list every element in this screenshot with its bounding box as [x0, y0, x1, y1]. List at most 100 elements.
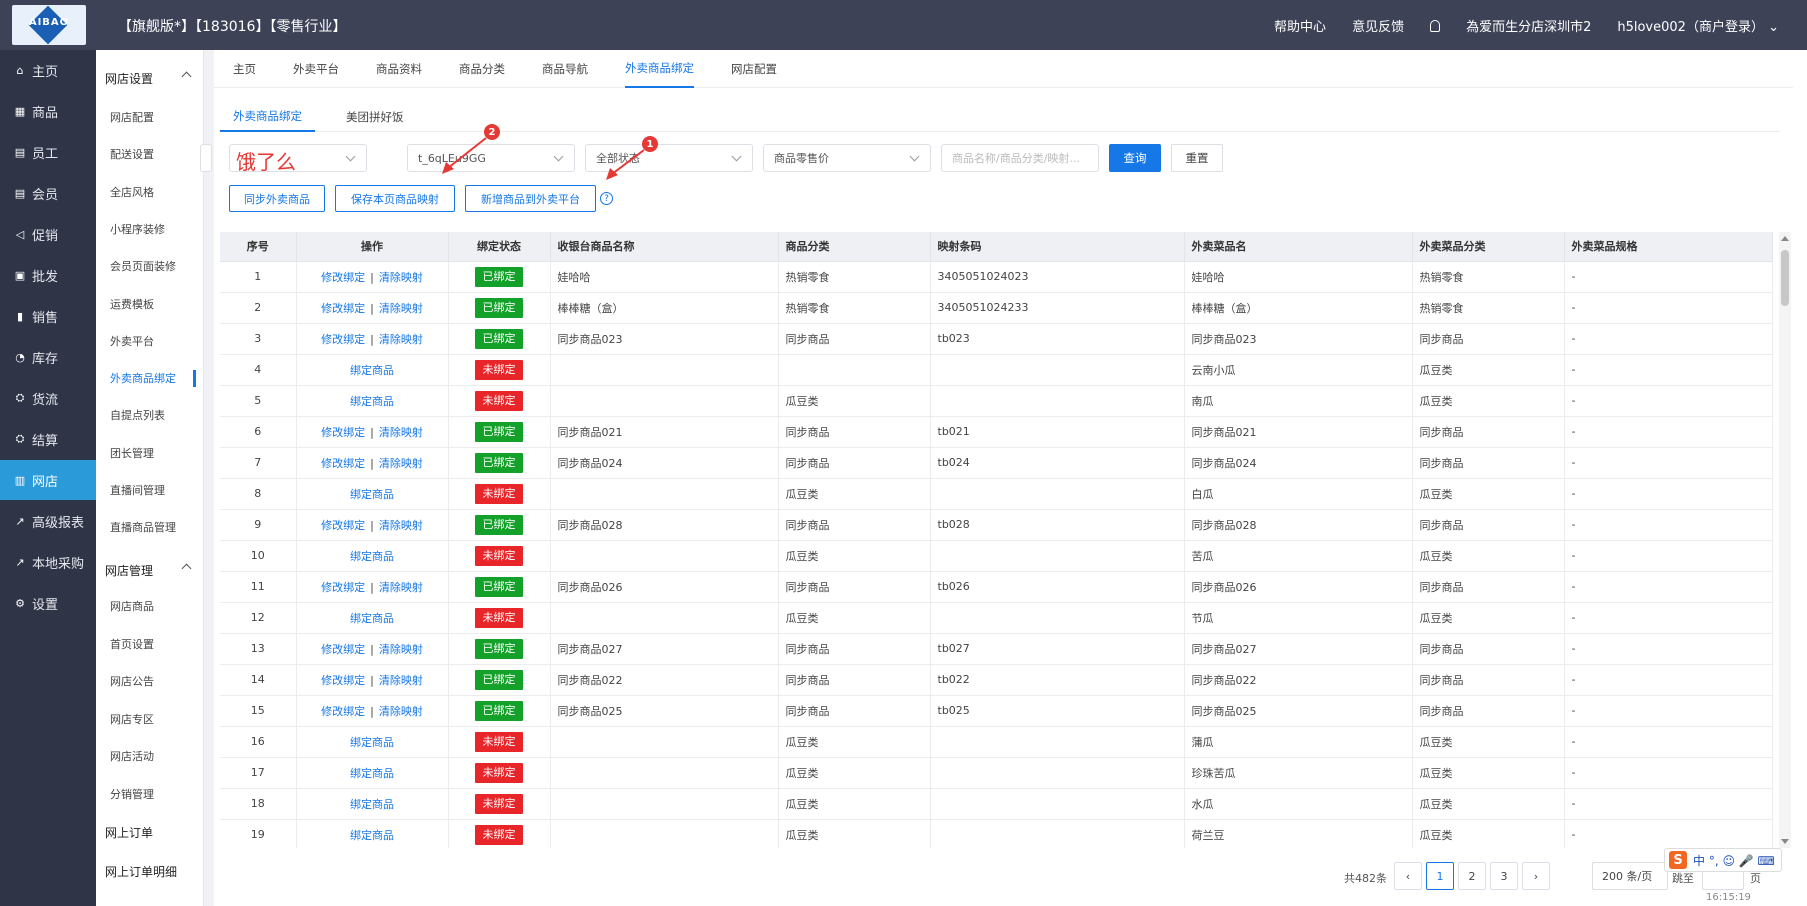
edit-binding-link[interactable]: 修改绑定 [321, 426, 365, 439]
subnav-item[interactable]: 外卖平台 [96, 325, 204, 357]
bind-product-link[interactable]: 绑定商品 [350, 829, 394, 842]
sidebar-item-11[interactable]: ↗ 高级报表 [0, 501, 96, 541]
clear-mapping-link[interactable]: 清除映射 [379, 457, 423, 470]
scroll-up-icon[interactable] [1781, 236, 1789, 241]
subnav-item[interactable]: 会员页面装修 [96, 250, 204, 282]
price-select[interactable]: 商品零售价 [763, 144, 931, 172]
subnav-item[interactable]: 首页设置 [96, 628, 204, 660]
subnav-item[interactable]: 直播间管理 [96, 474, 204, 506]
subnav-item-orders[interactable]: 网上订单明细 [96, 855, 204, 887]
bind-product-link[interactable]: 绑定商品 [350, 550, 394, 563]
table-scrollbar[interactable] [1779, 232, 1791, 848]
page-button-1[interactable]: 1 [1426, 862, 1454, 890]
brand-logo[interactable]: AIBAO [12, 5, 86, 45]
clear-mapping-link[interactable]: 清除映射 [379, 705, 423, 718]
subnav-item[interactable]: 自提点列表 [96, 399, 204, 431]
bind-product-link[interactable]: 绑定商品 [350, 736, 394, 749]
edit-binding-link[interactable]: 修改绑定 [321, 302, 365, 315]
sync-products-button[interactable]: 同步外卖商品 [229, 185, 325, 212]
store-name[interactable]: 為爱而生分店深圳市2 [1466, 16, 1591, 35]
sidebar-item-4[interactable]: ◁ 促销 [0, 214, 96, 254]
page-button-2[interactable]: 2 [1458, 862, 1486, 890]
group-title-store-management[interactable]: 网店管理 [96, 552, 204, 588]
ime-toolbar[interactable]: S 中 °, ☺ 🎤 ⌨ [1664, 848, 1782, 872]
edit-binding-link[interactable]: 修改绑定 [321, 643, 365, 656]
tab-6[interactable]: 网店配置 [731, 50, 777, 88]
tab-0[interactable]: 主页 [233, 50, 256, 88]
edit-binding-link[interactable]: 修改绑定 [321, 333, 365, 346]
clear-mapping-link[interactable]: 清除映射 [379, 333, 423, 346]
scroll-thumb[interactable] [1781, 250, 1789, 306]
subnav-item[interactable]: 网店公告 [96, 665, 204, 697]
subnav-item[interactable]: 全店风格 [96, 176, 204, 208]
search-input[interactable]: 商品名称/商品分类/映射... [941, 144, 1099, 172]
tab-3[interactable]: 商品分类 [459, 50, 505, 88]
subnav-item[interactable]: 团长管理 [96, 437, 204, 469]
subnav-item[interactable]: 网店商品 [96, 590, 204, 622]
page-button-3[interactable]: 3 [1490, 862, 1518, 890]
bind-product-link[interactable]: 绑定商品 [350, 612, 394, 625]
edit-binding-link[interactable]: 修改绑定 [321, 581, 365, 594]
edit-binding-link[interactable]: 修改绑定 [321, 674, 365, 687]
query-button[interactable]: 查询 [1109, 144, 1161, 172]
reset-button[interactable]: 重置 [1171, 144, 1223, 172]
subnav-item[interactable]: 网店活动 [96, 740, 204, 772]
sidebar-item-12[interactable]: ↗ 本地采购 [0, 542, 96, 582]
edit-binding-link[interactable]: 修改绑定 [321, 519, 365, 532]
page-size-select[interactable]: 200 条/页 [1592, 862, 1668, 890]
clear-mapping-link[interactable]: 清除映射 [379, 426, 423, 439]
tab-4[interactable]: 商品导航 [542, 50, 588, 88]
bind-product-link[interactable]: 绑定商品 [350, 395, 394, 408]
clear-mapping-link[interactable]: 清除映射 [379, 674, 423, 687]
sidebar-item-8[interactable]: ⛭ 货流 [0, 378, 96, 418]
status-select[interactable]: 全部状态 [585, 144, 753, 172]
help-circle-icon[interactable]: ? [600, 192, 613, 205]
tab-1[interactable]: 外卖平台 [293, 50, 339, 88]
bind-product-link[interactable]: 绑定商品 [350, 798, 394, 811]
sidebar-item-9[interactable]: ⛭ 结算 [0, 419, 96, 459]
sidebar-item-3[interactable]: ▤ 会员 [0, 173, 96, 213]
bind-product-link[interactable]: 绑定商品 [350, 767, 394, 780]
sidebar-item-13[interactable]: ⚙ 设置 [0, 583, 96, 623]
subnav-item-orders[interactable]: 网上订单 [96, 816, 204, 848]
subnav-item[interactable]: 运费模板 [96, 288, 204, 320]
sidebar-item-0[interactable]: ⌂ 主页 [0, 50, 96, 90]
edit-binding-link[interactable]: 修改绑定 [321, 271, 365, 284]
clear-mapping-link[interactable]: 清除映射 [379, 581, 423, 594]
clear-mapping-link[interactable]: 清除映射 [379, 519, 423, 532]
clear-mapping-link[interactable]: 清除映射 [379, 271, 423, 284]
clear-mapping-link[interactable]: 清除映射 [379, 302, 423, 315]
subnav-item[interactable]: 直播商品管理 [96, 511, 204, 543]
sidebar-item-7[interactable]: ◔ 库存 [0, 337, 96, 377]
scroll-down-icon[interactable] [1781, 839, 1789, 844]
subnav-item[interactable]: 网店专区 [96, 703, 204, 735]
subtab-0[interactable]: 外卖商品绑定 [220, 102, 315, 132]
subtab-1[interactable]: 美团拼好饭 [333, 102, 417, 132]
help-center-link[interactable]: 帮助中心 [1274, 16, 1326, 35]
subnav-item[interactable]: 配送设置 [96, 138, 204, 170]
subnav-item[interactable]: 网店配置 [96, 101, 204, 133]
save-mapping-button[interactable]: 保存本页商品映射 [335, 185, 455, 212]
add-to-platform-button[interactable]: 新增商品到外卖平台 [465, 185, 596, 212]
bell-icon[interactable] [1430, 19, 1441, 32]
sidebar-item-5[interactable]: ▣ 批发 [0, 255, 96, 295]
subnav-item[interactable]: 外卖商品绑定 [96, 362, 204, 394]
subnav-item[interactable]: 小程序装修 [96, 213, 204, 245]
sidebar-item-6[interactable]: ▮ 销售 [0, 296, 96, 336]
bind-product-link[interactable]: 绑定商品 [350, 488, 394, 501]
clear-mapping-link[interactable]: 清除映射 [379, 643, 423, 656]
tab-2[interactable]: 商品资料 [376, 50, 422, 88]
group-title-store-settings[interactable]: 网店设置 [96, 60, 204, 96]
sidebar-item-1[interactable]: ▦ 商品 [0, 91, 96, 131]
bind-product-link[interactable]: 绑定商品 [350, 364, 394, 377]
sidebar-item-2[interactable]: ▤ 员工 [0, 132, 96, 172]
sidebar-item-10[interactable]: ▥ 网店 [0, 460, 96, 500]
shop-code-select[interactable]: t_6qLEu9GG [407, 144, 575, 172]
edit-binding-link[interactable]: 修改绑定 [321, 705, 365, 718]
feedback-link[interactable]: 意见反馈 [1352, 16, 1404, 35]
tab-5[interactable]: 外卖商品绑定 [625, 50, 694, 88]
prev-page-button[interactable]: ‹ [1394, 862, 1422, 890]
next-page-button[interactable]: › [1522, 862, 1550, 890]
subnav-item[interactable]: 分销管理 [96, 778, 204, 810]
edit-binding-link[interactable]: 修改绑定 [321, 457, 365, 470]
